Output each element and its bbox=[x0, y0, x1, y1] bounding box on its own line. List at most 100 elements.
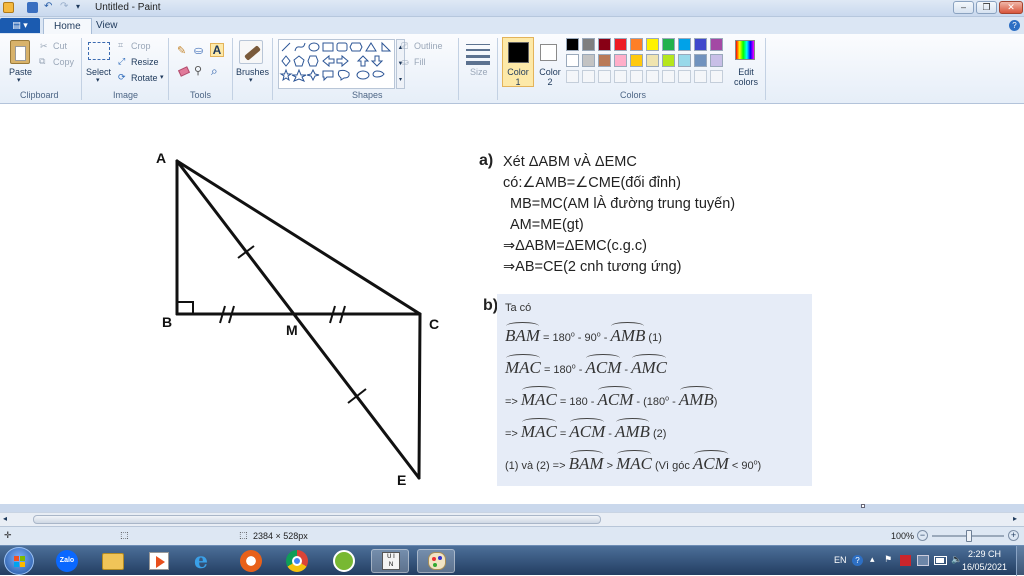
palette-swatch[interactable] bbox=[710, 38, 723, 51]
palette-swatch-empty[interactable] bbox=[566, 70, 579, 83]
palette-swatch[interactable] bbox=[646, 54, 659, 67]
minimize-button[interactable]: – bbox=[953, 1, 974, 14]
paint-app-icon[interactable] bbox=[3, 2, 14, 13]
battery-icon[interactable] bbox=[934, 556, 947, 565]
scroll-right-icon[interactable]: ▸ bbox=[1013, 514, 1017, 523]
file-explorer-icon[interactable] bbox=[94, 549, 132, 573]
palette-swatch[interactable] bbox=[646, 38, 659, 51]
scrollbar-thumb[interactable] bbox=[33, 515, 601, 524]
crop-button[interactable]: Crop bbox=[131, 41, 151, 51]
palette-swatch[interactable] bbox=[598, 54, 611, 67]
show-hidden-icons[interactable]: ▴ bbox=[870, 554, 875, 565]
coccoc-icon[interactable] bbox=[325, 549, 363, 573]
cut-button[interactable]: Cut bbox=[53, 41, 67, 51]
palette-swatch-empty[interactable] bbox=[662, 70, 675, 83]
tab-home[interactable]: Home bbox=[43, 18, 92, 34]
palette-swatch-empty[interactable] bbox=[646, 70, 659, 83]
zoom-in-button[interactable]: + bbox=[1008, 530, 1019, 541]
outline-icon[interactable]: ⎚ bbox=[401, 41, 408, 52]
browser-orange-icon[interactable] bbox=[232, 549, 270, 573]
tray-app-red-icon[interactable] bbox=[900, 555, 911, 566]
palette-swatch[interactable] bbox=[630, 38, 643, 51]
palette-swatch-empty[interactable] bbox=[694, 70, 707, 83]
outline-dropdown[interactable]: Outline bbox=[414, 41, 443, 51]
eraser-icon[interactable] bbox=[176, 64, 191, 78]
fill-icon[interactable]: ⛀ bbox=[401, 57, 409, 68]
network-icon[interactable] bbox=[917, 555, 929, 566]
zoom-slider-thumb[interactable] bbox=[966, 530, 972, 542]
resize-button[interactable]: Resize bbox=[131, 57, 159, 67]
palette-swatch[interactable] bbox=[678, 38, 691, 51]
palette-swatch-empty[interactable] bbox=[614, 70, 627, 83]
canvas-resize-handle[interactable] bbox=[861, 504, 865, 508]
unikey-icon[interactable]: U IN bbox=[371, 549, 409, 573]
clock-date[interactable]: 16/05/2021 bbox=[962, 562, 1007, 572]
undo-icon[interactable]: ↶ bbox=[44, 2, 55, 13]
redo-icon[interactable]: ↷ bbox=[60, 2, 71, 13]
copy-icon[interactable]: ⧉ bbox=[39, 56, 45, 67]
palette-swatch[interactable] bbox=[694, 38, 707, 51]
palette-swatch[interactable] bbox=[614, 54, 627, 67]
palette-swatch-empty[interactable] bbox=[598, 70, 611, 83]
zoom-out-button[interactable]: − bbox=[917, 530, 928, 541]
start-button[interactable] bbox=[4, 547, 34, 575]
palette-swatch[interactable] bbox=[678, 54, 691, 67]
help-tray-icon[interactable]: ? bbox=[852, 555, 863, 566]
language-indicator[interactable]: EN bbox=[834, 555, 847, 565]
palette-swatch[interactable] bbox=[566, 38, 579, 51]
color-picker-icon[interactable]: ⚲ bbox=[193, 64, 207, 78]
palette-swatch-empty[interactable] bbox=[710, 70, 723, 83]
paint-taskbar-icon[interactable] bbox=[417, 549, 455, 573]
crop-icon[interactable]: ⌗ bbox=[118, 40, 123, 51]
help-icon[interactable]: ? bbox=[1009, 20, 1020, 31]
palette-swatch[interactable] bbox=[630, 54, 643, 67]
resize-icon[interactable]: ⤢ bbox=[118, 56, 125, 67]
paste-dropdown-icon[interactable]: ▾ bbox=[17, 76, 21, 84]
palette-swatch-empty[interactable] bbox=[582, 70, 595, 83]
customize-toolbar-icon[interactable]: ▾ bbox=[76, 2, 87, 13]
brushes-button[interactable]: Brushes bbox=[236, 67, 269, 77]
palette-swatch[interactable] bbox=[614, 38, 627, 51]
horizontal-scrollbar[interactable]: ◂ ▸ bbox=[0, 512, 1024, 526]
rotate-icon[interactable]: ⟳ bbox=[118, 72, 126, 83]
fill-bucket-icon[interactable]: ⛀ bbox=[193, 44, 207, 58]
fill-dropdown[interactable]: Fill bbox=[414, 57, 426, 67]
rotate-button[interactable]: Rotate bbox=[131, 73, 158, 83]
flag-icon[interactable]: ⚑ bbox=[884, 554, 892, 565]
select-dropdown-icon[interactable]: ▾ bbox=[96, 76, 100, 84]
scroll-left-icon[interactable]: ◂ bbox=[3, 514, 7, 523]
copy-button[interactable]: Copy bbox=[53, 57, 74, 67]
brushes-icon[interactable] bbox=[239, 40, 263, 64]
tab-view[interactable]: View bbox=[86, 18, 128, 34]
maximize-button[interactable]: ❐ bbox=[976, 1, 997, 14]
select-icon[interactable] bbox=[88, 42, 110, 60]
palette-swatch-empty[interactable] bbox=[630, 70, 643, 83]
clock-time[interactable]: 2:29 CH bbox=[968, 549, 1001, 559]
palette-swatch[interactable] bbox=[662, 54, 675, 67]
pencil-icon[interactable]: ✎ bbox=[176, 44, 190, 58]
palette-swatch[interactable] bbox=[566, 54, 579, 67]
text-tool-icon[interactable]: A bbox=[210, 43, 224, 57]
save-icon[interactable] bbox=[27, 2, 38, 13]
palette-swatch[interactable] bbox=[694, 54, 707, 67]
chrome-icon[interactable] bbox=[278, 549, 316, 573]
cut-icon[interactable]: ✂ bbox=[40, 41, 48, 52]
internet-explorer-icon[interactable]: e bbox=[186, 549, 224, 573]
palette-swatch[interactable] bbox=[582, 38, 595, 51]
media-player-icon[interactable] bbox=[140, 549, 178, 573]
paint-menu-button[interactable]: ▤ ▾ bbox=[0, 18, 40, 33]
edit-colors-icon[interactable] bbox=[735, 40, 755, 60]
paste-icon[interactable] bbox=[10, 40, 30, 64]
palette-swatch[interactable] bbox=[582, 54, 595, 67]
zalo-icon[interactable]: Zalo bbox=[48, 549, 86, 573]
close-button[interactable]: ✕ bbox=[999, 1, 1023, 14]
show-desktop-button[interactable] bbox=[1016, 546, 1024, 576]
rotate-dropdown-icon[interactable]: ▾ bbox=[160, 73, 164, 81]
drawing-canvas[interactable]: A B M C E a) Xét ΔABM vÀ ΔEMC có:∠AMB=∠C… bbox=[0, 104, 1024, 508]
volume-icon[interactable]: 🔈 bbox=[951, 554, 962, 565]
palette-swatch[interactable] bbox=[598, 38, 611, 51]
magnifier-icon[interactable]: ⌕ bbox=[210, 64, 224, 78]
palette-swatch[interactable] bbox=[662, 38, 675, 51]
brushes-dropdown-icon[interactable]: ▾ bbox=[249, 76, 253, 84]
palette-swatch[interactable] bbox=[710, 54, 723, 67]
